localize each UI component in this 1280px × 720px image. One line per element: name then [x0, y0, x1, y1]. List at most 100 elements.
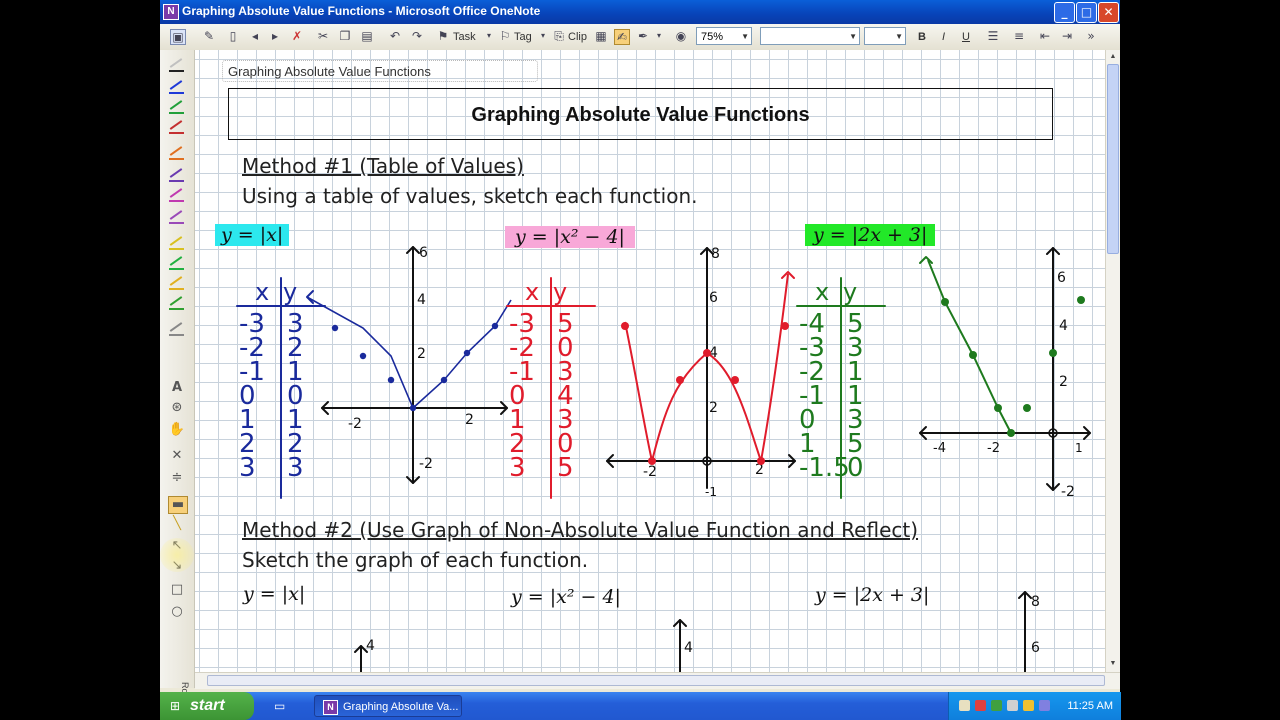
pen-swatch[interactable] — [169, 188, 185, 202]
ellipse-tool-icon[interactable]: ○ — [168, 604, 186, 620]
toolbar-options-icon[interactable]: » — [1084, 29, 1098, 43]
back-icon[interactable]: ◂ — [248, 29, 262, 43]
delete-ink-icon[interactable]: ✕ — [168, 448, 186, 464]
minimize-button[interactable]: _ — [1054, 2, 1075, 23]
cursor-highlight — [160, 538, 194, 572]
pen-swatch[interactable] — [169, 58, 185, 72]
chevron-down-icon[interactable]: ▾ — [652, 29, 666, 43]
start-button[interactable]: ⊞ start — [160, 692, 254, 720]
window-title: Graphing Absolute Value Functions - Micr… — [182, 4, 541, 18]
scroll-down-icon[interactable]: ▼ — [1107, 658, 1119, 670]
onenote-icon: N — [163, 4, 179, 20]
method2-function-abs-2x-plus-3[interactable]: y = |2x + 3| — [815, 584, 929, 606]
font-size-select[interactable]: ▼ — [864, 27, 906, 45]
pen-mode-icon[interactable]: ✎ — [202, 29, 216, 43]
function-label-abs-x2-minus-4[interactable]: y = |x² − 4| — [505, 226, 635, 248]
method2-function-abs-x[interactable]: y = |x| — [243, 583, 305, 605]
redo-icon[interactable]: ↷ — [410, 29, 424, 43]
pen-swatch[interactable] — [169, 296, 185, 310]
copy-icon[interactable]: ❐ — [338, 29, 352, 43]
text-tool-icon[interactable]: A — [168, 380, 186, 396]
font-name-select[interactable]: ▼ — [760, 27, 860, 45]
chevron-down-icon[interactable]: ▾ — [536, 29, 550, 43]
pen-swatch[interactable] — [169, 210, 185, 224]
method1-instruction[interactable]: Using a table of values, sketch each fun… — [242, 184, 697, 208]
lasso-select-icon[interactable]: ⊛ — [168, 400, 186, 416]
function-label-abs-x[interactable]: y = |x| — [215, 224, 290, 246]
tray-volume-icon[interactable] — [1007, 700, 1018, 711]
tray-update-icon[interactable] — [1023, 700, 1034, 711]
delete-icon[interactable]: ✗ — [290, 29, 304, 43]
tray-network-icon[interactable] — [991, 700, 1002, 711]
pen-swatch[interactable] — [169, 276, 185, 290]
title-bar[interactable]: N Graphing Absolute Value Functions - Mi… — [160, 0, 1120, 24]
new-page-icon[interactable]: ▯ — [226, 29, 240, 43]
pen-swatch[interactable] — [169, 322, 185, 336]
onenote-window: N Graphing Absolute Value Functions - Mi… — [160, 0, 1120, 692]
taskbar-clock: 11:25 AM — [1067, 700, 1113, 712]
line-tool-icon[interactable]: ╲ — [168, 516, 186, 532]
method1-title[interactable]: Method #1 (Table of Values) — [242, 154, 524, 178]
increase-indent-icon[interactable]: ⇥ — [1060, 29, 1074, 43]
bullets-icon[interactable]: ☰ — [986, 29, 1000, 43]
pen-swatch[interactable] — [169, 100, 185, 114]
chevron-down-icon[interactable]: ▾ — [482, 29, 496, 43]
taskbar: ⊞ start ▭ N Graphing Absolute Va... 11:2… — [160, 692, 1121, 720]
method2-function-abs-x2-minus-4[interactable]: y = |x² − 4| — [511, 586, 621, 608]
rectangle-tool-icon[interactable]: □ — [168, 582, 186, 598]
note-page[interactable]: Graphing Absolute Value Functions Graphi… — [195, 50, 1105, 672]
pen-swatch[interactable] — [169, 120, 185, 134]
table-icon[interactable]: ▦ — [594, 29, 608, 43]
horizontal-scrollbar[interactable] — [195, 672, 1120, 689]
decrease-indent-icon[interactable]: ⇤ — [1038, 29, 1052, 43]
method2-instruction[interactable]: Sketch the graph of each function. — [242, 548, 588, 572]
vertical-scrollbar[interactable]: ▲ ▼ — [1105, 50, 1120, 672]
tag-button[interactable]: Tag — [514, 28, 532, 46]
function-label-abs-2x-plus-3[interactable]: y = |2x + 3| — [805, 224, 936, 246]
quick-launch-icon[interactable]: ▭ — [274, 698, 290, 714]
page-title-field[interactable]: Graphing Absolute Value Functions — [222, 60, 538, 82]
italic-button[interactable]: I — [942, 28, 945, 46]
numbering-icon[interactable]: ≡ — [1012, 29, 1026, 43]
eraser-icon[interactable]: ✋ — [168, 422, 186, 438]
close-button[interactable]: ✕ — [1098, 2, 1119, 23]
drawing-tools-bar: A ⊛ ✋ ✕ ≑ ▬ ╲ ↖ ↘ □ ○ Rotate — [160, 50, 195, 692]
system-tray: 11:25 AM — [948, 692, 1121, 720]
highlighter-active-icon[interactable]: ▬ — [168, 496, 188, 514]
cut-icon[interactable]: ✂ — [316, 29, 330, 43]
pen-swatch[interactable] — [169, 146, 185, 160]
tag-icon[interactable]: ⚐ — [498, 29, 512, 43]
method2-title[interactable]: Method #2 (Use Graph of Non-Absolute Val… — [242, 518, 918, 542]
taskbar-window-button[interactable]: N Graphing Absolute Va... — [314, 695, 462, 717]
zoom-select[interactable]: 75% ▼ — [696, 27, 752, 45]
bold-button[interactable]: B — [918, 28, 926, 46]
underline-button[interactable]: U — [962, 28, 970, 46]
paste-icon[interactable]: ▤ — [360, 29, 374, 43]
task-button[interactable]: Task — [453, 28, 476, 46]
clip-icon[interactable]: ⎘ — [552, 29, 566, 43]
scroll-up-icon[interactable]: ▲ — [1107, 51, 1119, 63]
task-flag-icon[interactable]: ⚑ — [436, 29, 450, 43]
tray-messenger-icon[interactable] — [1039, 700, 1050, 711]
tray-security-icon[interactable] — [975, 700, 986, 711]
pen-swatch[interactable] — [169, 256, 185, 270]
maximize-button[interactable]: □ — [1076, 2, 1097, 23]
pen-swatch[interactable] — [169, 80, 185, 94]
pen-tool-active-icon[interactable]: ✍ — [614, 29, 630, 45]
research-icon[interactable]: ◉ — [674, 29, 688, 43]
pen-swatch[interactable] — [169, 236, 185, 250]
horizontal-scroll-thumb[interactable] — [207, 675, 1105, 686]
pen-swatch[interactable] — [169, 168, 185, 182]
tray-app-icon[interactable] — [959, 700, 970, 711]
page-header-box[interactable]: Graphing Absolute Value Functions — [228, 88, 1053, 140]
undo-icon[interactable]: ↶ — [388, 29, 402, 43]
forward-icon[interactable]: ▸ — [268, 29, 282, 43]
pen-options-icon[interactable]: ✒ — [636, 29, 650, 43]
windows-flag-icon: ⊞ — [170, 699, 181, 713]
clip-button[interactable]: Clip — [568, 28, 587, 46]
rotate-tool[interactable]: Rotate — [164, 682, 190, 692]
view-icon[interactable]: ▣ — [170, 29, 186, 45]
vertical-scroll-thumb[interactable] — [1107, 64, 1119, 254]
standard-toolbar: ▣ ✎ ▯ ◂ ▸ ✗ ✂ ❐ ▤ ↶ ↷ ⚑ Task ▾ ⚐ Tag ▾ ⎘… — [160, 24, 1120, 51]
insert-space-icon[interactable]: ≑ — [168, 470, 186, 486]
